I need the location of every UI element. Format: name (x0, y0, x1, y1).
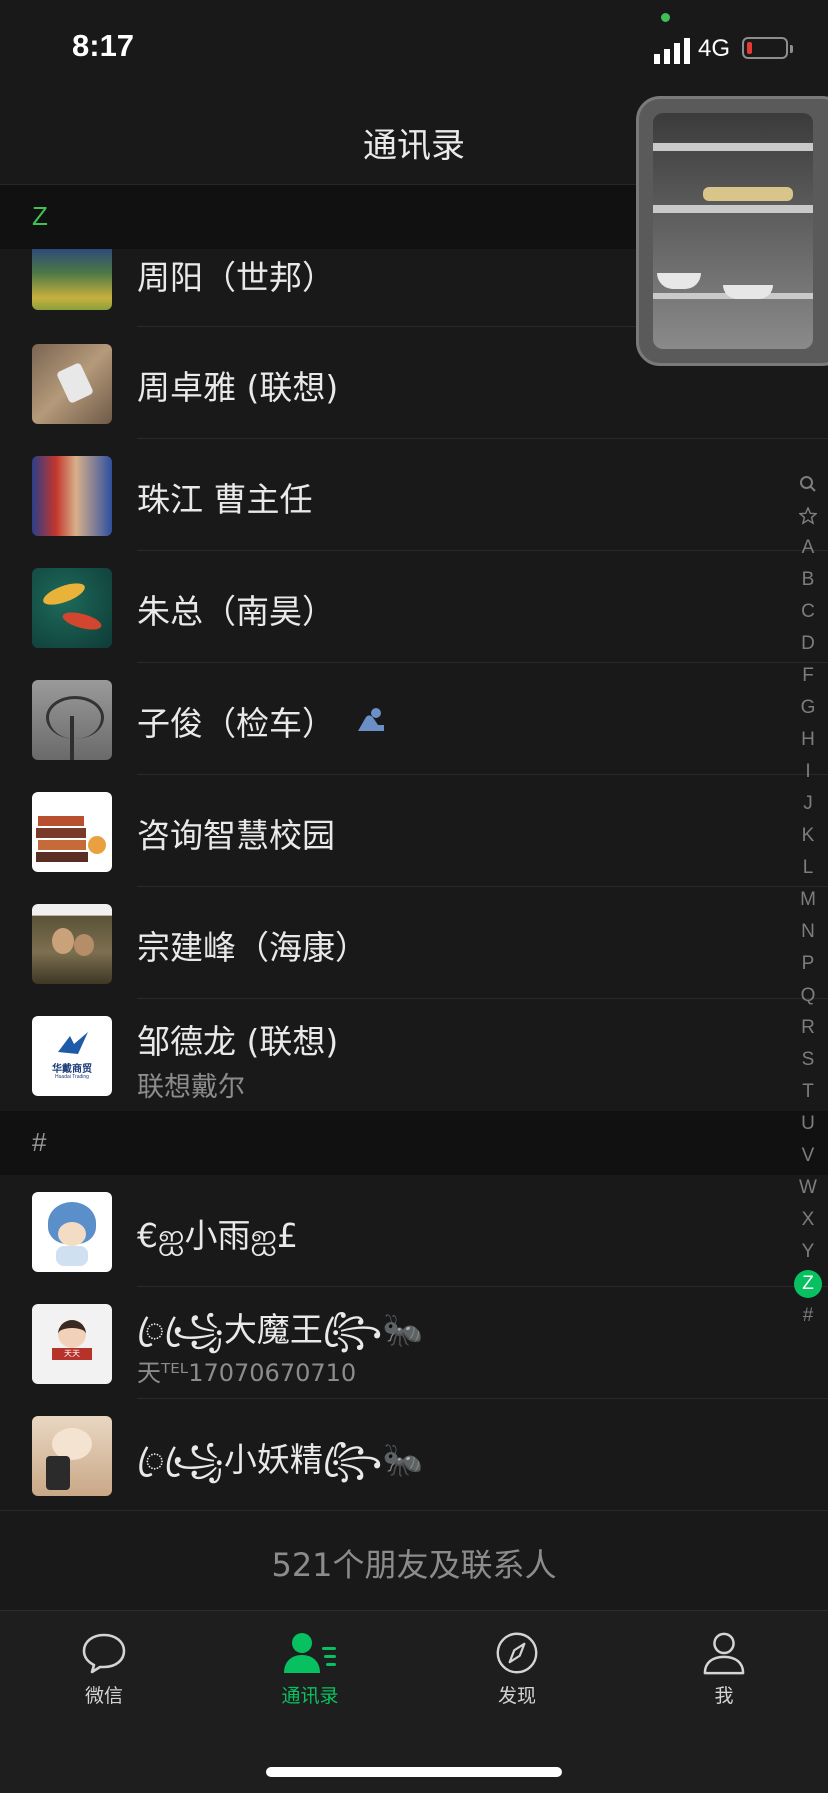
status-time: 8:17 (72, 28, 135, 63)
contact-row[interactable]: 宗建峰（海康） (0, 887, 828, 999)
contact-name: 宗建峰（海康） (137, 928, 368, 967)
contact-avatar (32, 1192, 112, 1272)
section-header-hash: # (0, 1111, 828, 1175)
contact-avatar (32, 792, 112, 872)
contact-row[interactable]: €ஐ小雨ஐ£ (0, 1175, 828, 1287)
contact-row[interactable]: 咨询智慧校园 (0, 775, 828, 887)
floating-video-window[interactable] (636, 96, 828, 366)
contact-row[interactable]: 珠江 曹主任 (0, 439, 828, 551)
index-letter[interactable]: K (794, 820, 822, 852)
tab-chats[interactable]: 微信 (44, 1631, 164, 1708)
contact-avatar (32, 1416, 112, 1496)
compass-icon (496, 1632, 538, 1674)
index-letter[interactable]: J (794, 788, 822, 820)
contact-row[interactable]: ꦿ꧁ꦿ小妖精꧂ꦿ🐜 (0, 1399, 828, 1511)
tab-contacts[interactable]: 通讯录 (250, 1631, 370, 1708)
index-letter[interactable]: # (794, 1300, 822, 1332)
contact-avatar (32, 680, 112, 760)
camera-indicator-dot (661, 13, 670, 22)
floating-video-preview (653, 113, 813, 349)
contact-row[interactable]: 华戴商贸 Huadai Trading 邹德龙 (联想) 联想戴尔 (0, 999, 828, 1111)
index-star-icon[interactable] (794, 500, 822, 532)
index-letter[interactable]: F (794, 660, 822, 692)
battery-icon (742, 37, 793, 59)
index-letter-active[interactable]: Z (794, 1270, 822, 1298)
index-letter[interactable]: S (794, 1044, 822, 1076)
contact-name: 朱总（南昊） (137, 592, 335, 631)
cellular-signal-icon (654, 38, 690, 64)
index-letter[interactable]: B (794, 564, 822, 596)
index-letter[interactable]: R (794, 1012, 822, 1044)
index-letter[interactable]: W (794, 1172, 822, 1204)
contact-name: 珠江 曹主任 (137, 480, 313, 519)
tab-bar: 微信 通讯录 发现 我 (0, 1610, 828, 1793)
index-letter[interactable]: P (794, 948, 822, 980)
contact-row[interactable]: 朱总（南昊） (0, 551, 828, 663)
contact-name: €ஐ小雨ஐ£ (137, 1216, 298, 1255)
index-letter[interactable]: U (794, 1108, 822, 1140)
status-bar: 8:17 4G (0, 0, 828, 92)
contact-avatar: 天天 (32, 1304, 112, 1384)
index-letter[interactable]: X (794, 1204, 822, 1236)
contact-name: 周卓雅 (联想) (137, 368, 339, 407)
contact-name: 咨询智慧校园 (137, 816, 335, 855)
contact-avatar (32, 904, 112, 984)
company-logo-icon (58, 1032, 88, 1054)
contact-name: 子俊（检车） (137, 704, 335, 743)
contact-row[interactable]: 天天 ꦿ꧁ꦿ大魔王꧂ꦿ🐜 天ᵀᴱᴸ17070670710 (0, 1287, 828, 1399)
network-type: 4G (698, 35, 731, 62)
contact-name: 邹德龙 (联想) (137, 1022, 339, 1061)
section-letter: # (32, 1127, 47, 1157)
person-icon (703, 1632, 745, 1675)
tab-label: 微信 (84, 1685, 123, 1707)
contacts-count: 521个朋友及联系人 (271, 1546, 557, 1584)
tab-label: 我 (714, 1685, 734, 1707)
index-letter[interactable]: N (794, 916, 822, 948)
contact-row[interactable]: 子俊（检车） (0, 663, 828, 775)
index-letter[interactable]: Q (794, 980, 822, 1012)
alphabet-index[interactable]: A B C D F G H I J K L M N P Q R S T U V … (794, 468, 822, 1332)
contacts-icon (284, 1633, 336, 1673)
contact-avatar (32, 456, 112, 536)
index-letter[interactable]: D (794, 628, 822, 660)
index-letter[interactable]: C (794, 596, 822, 628)
index-letter[interactable]: L (794, 852, 822, 884)
tab-me[interactable]: 我 (664, 1631, 784, 1708)
tab-discover[interactable]: 发现 (457, 1631, 577, 1708)
section-letter: Z (32, 201, 48, 231)
index-search-icon[interactable] (794, 468, 822, 500)
contact-avatar (32, 344, 112, 424)
contact-avatar (32, 568, 112, 648)
index-letter[interactable]: I (794, 756, 822, 788)
contact-subtitle: 联想戴尔 (137, 1072, 245, 1103)
index-letter[interactable]: G (794, 692, 822, 724)
contact-name: 周阳（世邦） (137, 258, 335, 297)
index-letter[interactable]: T (794, 1076, 822, 1108)
company-logo-text: 华戴商贸 (52, 1064, 92, 1075)
index-letter[interactable]: A (794, 532, 822, 564)
company-logo-subtext: Huadai Trading (55, 1074, 89, 1080)
tab-label: 发现 (497, 1685, 536, 1707)
tab-label: 通讯录 (281, 1685, 339, 1707)
contact-subtitle: 天ᵀᴱᴸ17070670710 (137, 1359, 357, 1387)
index-letter[interactable]: H (794, 724, 822, 756)
home-indicator[interactable] (266, 1767, 562, 1777)
index-letter[interactable]: V (794, 1140, 822, 1172)
contact-avatar (32, 249, 112, 310)
index-letter[interactable]: M (794, 884, 822, 916)
avatar-sign-text: 天天 (52, 1348, 92, 1360)
contact-avatar: 华戴商贸 Huadai Trading (32, 1016, 112, 1096)
index-letter[interactable]: Y (794, 1236, 822, 1268)
contact-name: ꦿ꧁ꦿ小妖精꧂ꦿ🐜 (137, 1440, 424, 1479)
wework-person-icon (358, 708, 384, 731)
chat-bubble-icon (82, 1633, 126, 1674)
